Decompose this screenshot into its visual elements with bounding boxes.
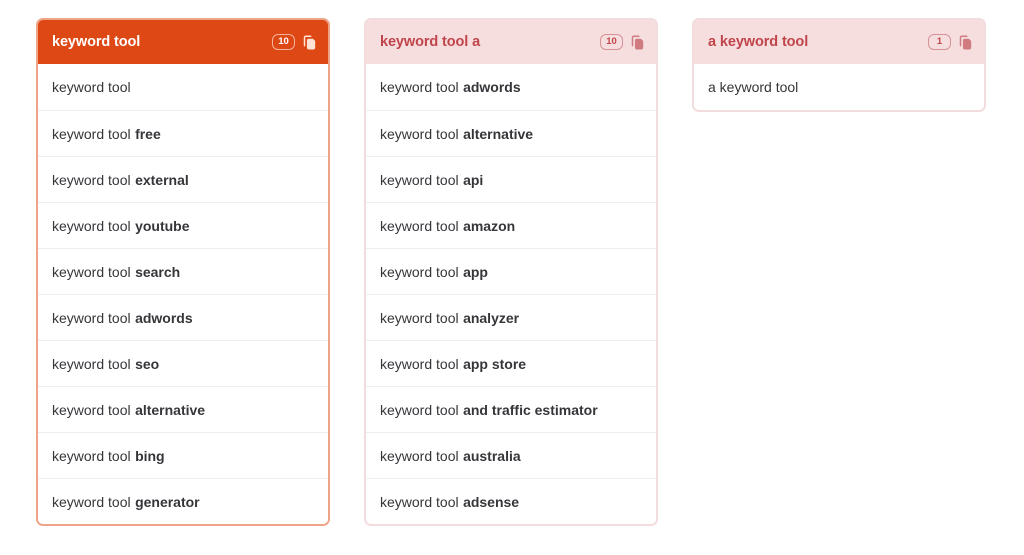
keyword-suffix-text: adsense: [463, 493, 520, 510]
keyword-base-text: keyword tool: [380, 263, 459, 280]
keyword-row[interactable]: keyword tool free: [38, 110, 328, 156]
keyword-base-text: keyword tool: [52, 171, 131, 188]
card-header[interactable]: keyword tool 10: [38, 20, 328, 64]
keyword-list: keyword tool adwords keyword tool alternati…: [366, 64, 656, 524]
keyword-list: a keyword tool: [694, 64, 984, 110]
keyword-row[interactable]: keyword tool generator: [38, 478, 328, 524]
keyword-suffix-text: australia: [463, 447, 521, 464]
keyword-base-text: keyword tool: [380, 79, 459, 95]
keyword-base-text: a keyword tool: [708, 79, 799, 95]
keyword-card[interactable]: a keyword tool 1 a keyword tool: [692, 18, 986, 112]
keyword-base-text: keyword tool: [52, 447, 131, 464]
keyword-suffix-text: app: [463, 263, 488, 280]
card-header[interactable]: a keyword tool 1: [694, 20, 984, 64]
keyword-base-text: keyword tool: [380, 217, 459, 234]
keyword-list: keyword tool keyword tool free keyword tool…: [38, 64, 328, 524]
keyword-row[interactable]: a keyword tool: [694, 64, 984, 110]
keyword-count-badge: 1: [928, 34, 951, 50]
card-title: keyword tool: [52, 34, 141, 50]
keyword-suffix-text: seo: [135, 355, 160, 372]
keyword-base-text: keyword tool: [380, 401, 459, 418]
keyword-suffix-text: generator: [135, 493, 200, 510]
keyword-suffix-text: and traffic estimator: [463, 401, 598, 418]
keyword-count-badge: 10: [600, 34, 623, 50]
keyword-card[interactable]: keyword tool 10 keyword tool keyword tool fr…: [36, 18, 330, 526]
keyword-row[interactable]: keyword tool adwords: [366, 64, 656, 110]
keyword-base-text: keyword tool: [52, 217, 131, 234]
keyword-row[interactable]: keyword tool adwords: [38, 294, 328, 340]
keyword-suffix-text: amazon: [463, 217, 516, 234]
keyword-row[interactable]: keyword tool bing: [38, 432, 328, 478]
keyword-card[interactable]: keyword tool a 10 keyword tool adwords keywo…: [364, 18, 658, 526]
keyword-count-badge: 10: [272, 34, 295, 50]
keyword-row[interactable]: keyword tool alternative: [366, 110, 656, 156]
keyword-base-text: keyword tool: [52, 493, 131, 510]
keyword-base-text: keyword tool: [52, 125, 131, 142]
keyword-row[interactable]: keyword tool app: [366, 248, 656, 294]
keyword-row[interactable]: keyword tool api: [366, 156, 656, 202]
keyword-row[interactable]: keyword tool amazon: [366, 202, 656, 248]
keyword-base-text: keyword tool: [52, 79, 131, 95]
keyword-row[interactable]: keyword tool search: [38, 248, 328, 294]
keyword-suffix-text: external: [135, 171, 189, 188]
keyword-row[interactable]: keyword tool youtube: [38, 202, 328, 248]
keyword-row[interactable]: keyword tool: [38, 64, 328, 110]
keyword-suffix-text: alternative: [135, 401, 206, 418]
keyword-suffix-text: app store: [463, 355, 527, 372]
card-header-tools: 10: [600, 33, 646, 51]
keyword-row[interactable]: keyword tool and traffic estimator: [366, 386, 656, 432]
keyword-base-text: keyword tool: [380, 355, 459, 372]
card-header[interactable]: keyword tool a 10: [366, 20, 656, 64]
copy-icon[interactable]: [300, 33, 318, 51]
keyword-row[interactable]: keyword tool adsense: [366, 478, 656, 524]
keyword-base-text: keyword tool: [52, 355, 131, 372]
copy-icon[interactable]: [956, 33, 974, 51]
keyword-row[interactable]: keyword tool external: [38, 156, 328, 202]
keyword-base-text: keyword tool: [380, 493, 459, 510]
keyword-suffix-text: youtube: [135, 217, 190, 234]
keyword-row[interactable]: keyword tool alternative: [38, 386, 328, 432]
keyword-card-board: keyword tool 10 keyword tool keyword tool fr…: [0, 0, 1024, 555]
keyword-row[interactable]: keyword tool app store: [366, 340, 656, 386]
copy-icon[interactable]: [628, 33, 646, 51]
keyword-row[interactable]: keyword tool australia: [366, 432, 656, 478]
card-header-tools: 10: [272, 33, 318, 51]
keyword-suffix-text: adwords: [135, 309, 193, 326]
card-title: a keyword tool: [708, 34, 809, 50]
card-title: keyword tool a: [380, 34, 481, 50]
keyword-suffix-text: bing: [135, 447, 165, 464]
keyword-base-text: keyword tool: [380, 125, 459, 142]
card-header-tools: 1: [928, 33, 974, 51]
keyword-suffix-text: adwords: [463, 79, 521, 95]
keyword-row[interactable]: keyword tool analyzer: [366, 294, 656, 340]
keyword-base-text: keyword tool: [380, 309, 459, 326]
keyword-suffix-text: free: [135, 125, 161, 142]
keyword-base-text: keyword tool: [52, 263, 131, 280]
keyword-row[interactable]: keyword tool seo: [38, 340, 328, 386]
keyword-base-text: keyword tool: [52, 401, 131, 418]
keyword-suffix-text: api: [463, 171, 484, 188]
keyword-base-text: keyword tool: [52, 309, 131, 326]
keyword-suffix-text: alternative: [463, 125, 534, 142]
keyword-base-text: keyword tool: [380, 447, 459, 464]
keyword-suffix-text: analyzer: [463, 309, 520, 326]
keyword-suffix-text: search: [135, 263, 181, 280]
keyword-base-text: keyword tool: [380, 171, 459, 188]
